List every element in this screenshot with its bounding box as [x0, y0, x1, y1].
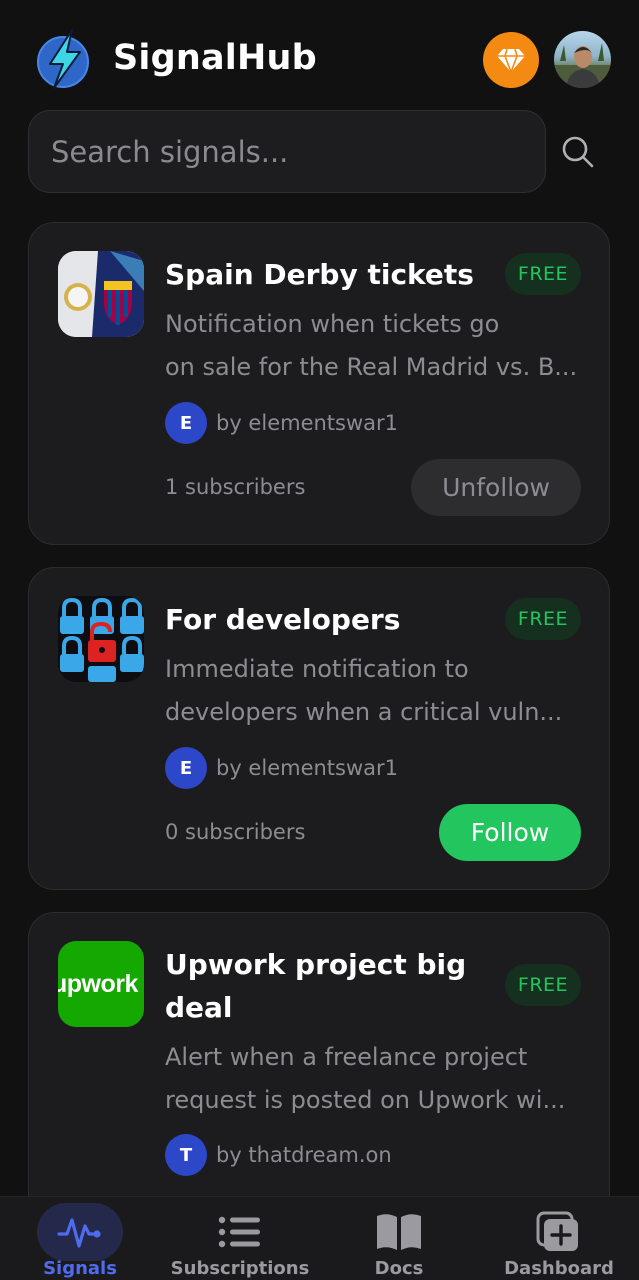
nav-label: Subscriptions	[170, 1258, 310, 1279]
nav-signals-highlight	[37, 1203, 123, 1261]
premium-button[interactable]	[483, 32, 539, 88]
author-name: by thatdream.on	[216, 1143, 392, 1167]
description-line: request is posted on Upwork wi...	[165, 1086, 566, 1114]
list-icon	[218, 1216, 260, 1248]
upwork-thumbnail: upwork	[58, 941, 144, 1027]
nav-label: Docs	[374, 1258, 424, 1279]
signal-title: Upwork project big deal	[165, 943, 485, 1029]
nav-signals[interactable]: Signals	[0, 1197, 160, 1280]
author-avatar: T	[165, 1134, 207, 1176]
nav-label: Dashboard	[504, 1258, 614, 1279]
author-avatar: E	[165, 747, 207, 789]
user-avatar[interactable]	[554, 31, 611, 88]
description-line: Alert when a freelance project	[165, 1043, 528, 1071]
description-line: Notification when tickets go	[165, 310, 500, 338]
author-row: E by elementswar1	[165, 747, 398, 789]
signal-card[interactable]: For developers FREE Immediate notificati…	[28, 567, 610, 890]
add-square-icon	[536, 1211, 578, 1251]
nav-dashboard[interactable]: Dashboard	[479, 1197, 639, 1280]
signal-card[interactable]: upwork Upwork project big deal FREE Aler…	[28, 912, 610, 1242]
free-badge: FREE	[505, 253, 581, 295]
nav-docs[interactable]: Docs	[319, 1197, 479, 1280]
search-input[interactable]	[51, 129, 521, 175]
title-line: Upwork project big	[165, 948, 467, 981]
author-name: by elementswar1	[216, 411, 399, 435]
signal-description: Immediate notification to developers whe…	[165, 648, 581, 734]
subscriber-count: 0 subscribers	[165, 820, 306, 844]
nav-icon-wrap	[516, 1203, 602, 1261]
upwork-logo-text: upwork	[58, 969, 138, 998]
unfollow-button[interactable]: Unfollow	[411, 459, 581, 516]
follow-button[interactable]: Follow	[439, 804, 581, 861]
nav-icon-wrap	[197, 1203, 283, 1261]
signal-description: Alert when a freelance project request i…	[165, 1036, 581, 1122]
author-row: T by thatdream.on	[165, 1134, 392, 1176]
app-logo-icon	[36, 28, 92, 90]
search-box	[28, 110, 546, 193]
title-line: deal	[165, 991, 233, 1024]
subscriber-count: 1 subscribers	[165, 475, 306, 499]
author-name: by elementswar1	[216, 756, 399, 780]
pulse-icon	[57, 1218, 101, 1248]
signal-card[interactable]: Spain Derby tickets FREE Notification wh…	[28, 222, 610, 545]
app-header: SignalHub	[0, 0, 639, 110]
nav-subscriptions[interactable]: Subscriptions	[160, 1197, 320, 1280]
nav-label: Signals	[43, 1258, 117, 1279]
app-title: SignalHub	[113, 38, 317, 78]
diamond-icon	[497, 48, 525, 73]
free-badge: FREE	[505, 598, 581, 640]
derby-thumbnail	[58, 251, 144, 337]
signal-description: Notification when tickets go on sale for…	[165, 303, 581, 389]
bottom-navigation: Signals Subscriptions Docs Dashboard	[0, 1196, 639, 1280]
book-icon	[377, 1214, 421, 1250]
nav-icon-wrap	[356, 1203, 442, 1261]
description-line: developers when a critical vuln...	[165, 698, 563, 726]
search-icon[interactable]	[560, 134, 596, 170]
description-line: on sale for the Real Madrid vs. B...	[165, 353, 578, 381]
security-thumbnail	[58, 596, 144, 682]
free-badge: FREE	[505, 964, 581, 1006]
description-line: Immediate notification to	[165, 655, 469, 683]
signal-title: For developers	[165, 603, 401, 636]
signal-title: Spain Derby tickets	[165, 258, 474, 291]
author-row: E by elementswar1	[165, 402, 398, 444]
author-avatar: E	[165, 402, 207, 444]
